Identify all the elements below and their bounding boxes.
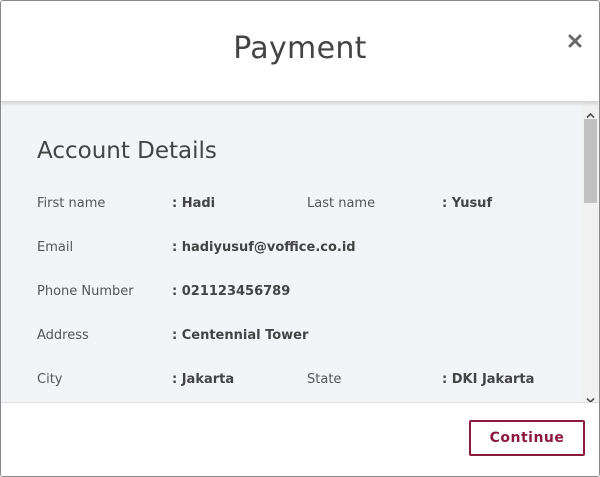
state-value: : DKI Jakarta bbox=[442, 372, 535, 387]
payment-modal: Payment Account Details First name : Had… bbox=[0, 0, 600, 477]
scroll-up-icon[interactable] bbox=[586, 105, 595, 119]
phone-value: : 021123456789 bbox=[172, 284, 291, 299]
close-icon[interactable] bbox=[565, 31, 585, 51]
modal-header: Payment bbox=[1, 1, 599, 102]
first-name-label: First name bbox=[37, 196, 106, 211]
city-value: : Jakarta bbox=[172, 372, 235, 387]
last-name-label: Last name bbox=[307, 196, 376, 211]
scrollbar-thumb[interactable] bbox=[584, 119, 597, 203]
city-label: City bbox=[37, 372, 63, 387]
scroll-down-icon[interactable] bbox=[586, 390, 595, 402]
email-label: Email bbox=[37, 240, 74, 255]
email-value: : hadiyusuf@voffice.co.id bbox=[172, 240, 356, 255]
last-name-value: : Yusuf bbox=[442, 196, 493, 211]
address-value: : Centennial Tower bbox=[172, 328, 309, 343]
modal-footer: Continue bbox=[1, 402, 599, 476]
vertical-scrollbar[interactable] bbox=[582, 102, 599, 402]
modal-body: Account Details First name : Hadi Last n… bbox=[1, 102, 599, 402]
first-name-value: : Hadi bbox=[172, 196, 216, 211]
modal-title: Payment bbox=[233, 31, 367, 66]
continue-button[interactable]: Continue bbox=[469, 420, 585, 456]
section-title: Account Details bbox=[37, 138, 217, 164]
address-label: Address bbox=[37, 328, 89, 343]
state-label: State bbox=[307, 372, 342, 387]
phone-label: Phone Number bbox=[37, 284, 134, 299]
